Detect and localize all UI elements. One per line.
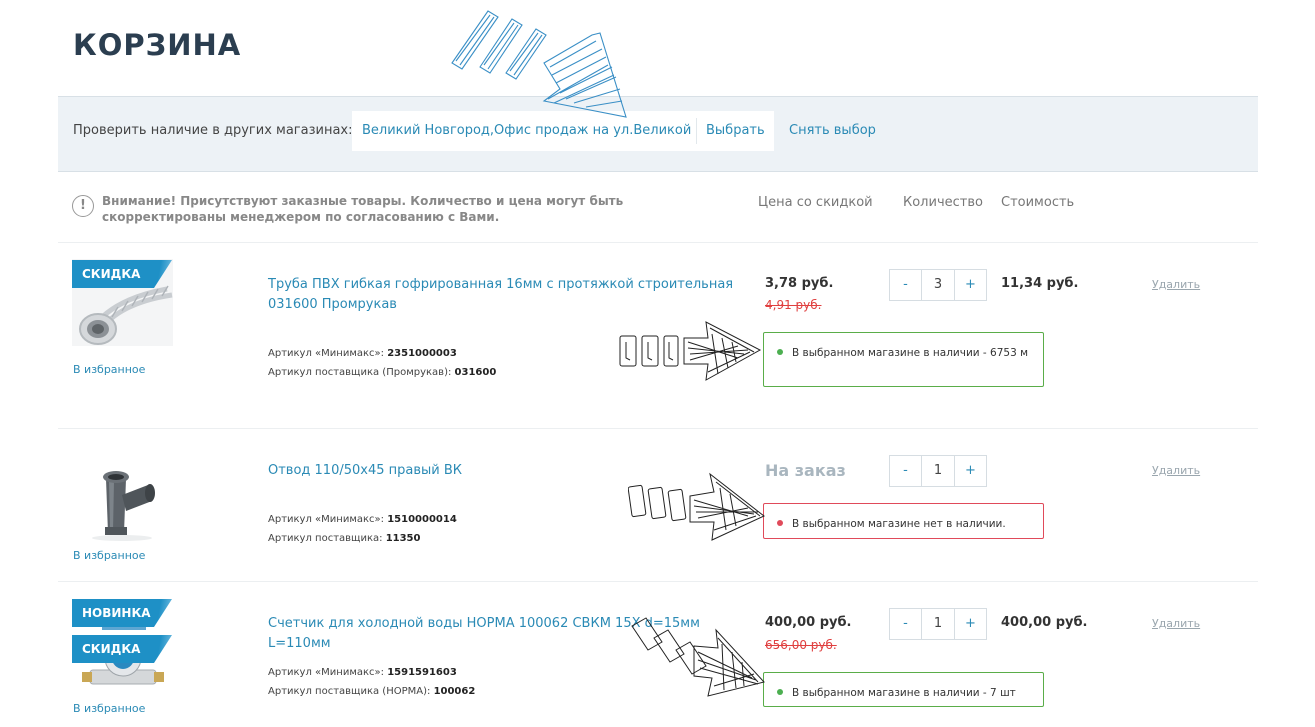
stock-status: В выбранном магазине в наличии - 7 шт [763, 672, 1044, 707]
add-to-favorites-link[interactable]: В избранное [73, 549, 145, 562]
quantity-stepper: - 1 + [889, 608, 987, 640]
quantity-stepper: - 1 + [889, 455, 987, 487]
divider [58, 581, 1258, 582]
increase-button[interactable]: + [955, 270, 986, 300]
selected-store-link[interactable]: Великий Новгород,Офис продаж на ул.Велик… [362, 123, 691, 138]
old-price: 656,00 руб. [765, 638, 837, 652]
old-price: 4,91 руб. [765, 298, 822, 312]
increase-button[interactable]: + [955, 609, 986, 639]
discount-price: 3,78 руб. [765, 276, 834, 291]
quantity-input[interactable]: 3 [921, 270, 955, 300]
choose-store-button[interactable]: Выбрать [706, 123, 765, 138]
decrease-button[interactable]: - [890, 456, 921, 486]
delete-link[interactable]: Удалить [1152, 464, 1200, 477]
divider [58, 428, 1258, 429]
decrease-button[interactable]: - [890, 270, 921, 300]
delete-link[interactable]: Удалить [1152, 617, 1200, 630]
article-vendor: Артикул поставщика: 11350 [268, 533, 421, 544]
add-to-favorites-link[interactable]: В избранное [73, 363, 145, 376]
column-header-total: Стоимость [1001, 195, 1075, 210]
quantity-input[interactable]: 1 [921, 609, 955, 639]
store-check-label: Проверить наличие в других магазинах: [73, 123, 353, 138]
stock-status: В выбранном магазине нет в наличии. [763, 503, 1044, 539]
product-image[interactable] [72, 455, 173, 542]
article-minimax: Артикул «Минимакс»: 1591591603 [268, 667, 457, 678]
notice-text: Внимание! Присутствуют заказные товары. … [102, 194, 624, 224]
article-vendor: Артикул поставщика (НОРМА): 100062 [268, 686, 476, 697]
quantity-input[interactable]: 1 [921, 456, 955, 486]
item-total: 11,34 руб. [1001, 276, 1079, 291]
hand-drawn-arrow-icon [619, 321, 762, 381]
hand-drawn-arrow-icon [451, 10, 627, 118]
reset-store-button[interactable]: Снять выбор [789, 123, 876, 138]
decrease-button[interactable]: - [890, 609, 921, 639]
increase-button[interactable]: + [955, 456, 986, 486]
delete-link[interactable]: Удалить [1152, 278, 1200, 291]
article-vendor: Артикул поставщика (Промрукав): 031600 [268, 367, 497, 378]
status-dot-icon [777, 520, 783, 526]
add-to-favorites-link[interactable]: В избранное [73, 702, 145, 715]
on-order-status: На заказ [765, 461, 846, 480]
page-title: КОРЗИНА [73, 28, 242, 62]
status-dot-icon [777, 349, 783, 355]
divider [696, 118, 697, 144]
stock-status: В выбранном магазине в наличии - 6753 м [763, 332, 1044, 387]
status-dot-icon [777, 689, 783, 695]
column-header-price: Цена со скидкой [758, 195, 873, 210]
hand-drawn-arrow-icon [628, 472, 765, 541]
warning-icon: ! [72, 195, 94, 217]
article-minimax: Артикул «Минимакс»: 1510000014 [268, 514, 457, 525]
hand-drawn-arrow-icon [631, 617, 765, 697]
discount-price: 400,00 руб. [765, 615, 852, 630]
divider [58, 242, 1258, 243]
item-total: 400,00 руб. [1001, 615, 1088, 630]
product-name-link[interactable]: Труба ПВХ гибкая гофрированная 16мм с пр… [268, 275, 738, 315]
quantity-stepper: - 3 + [889, 269, 987, 301]
article-minimax: Артикул «Минимакс»: 2351000003 [268, 348, 457, 359]
column-header-qty: Количество [903, 195, 983, 210]
